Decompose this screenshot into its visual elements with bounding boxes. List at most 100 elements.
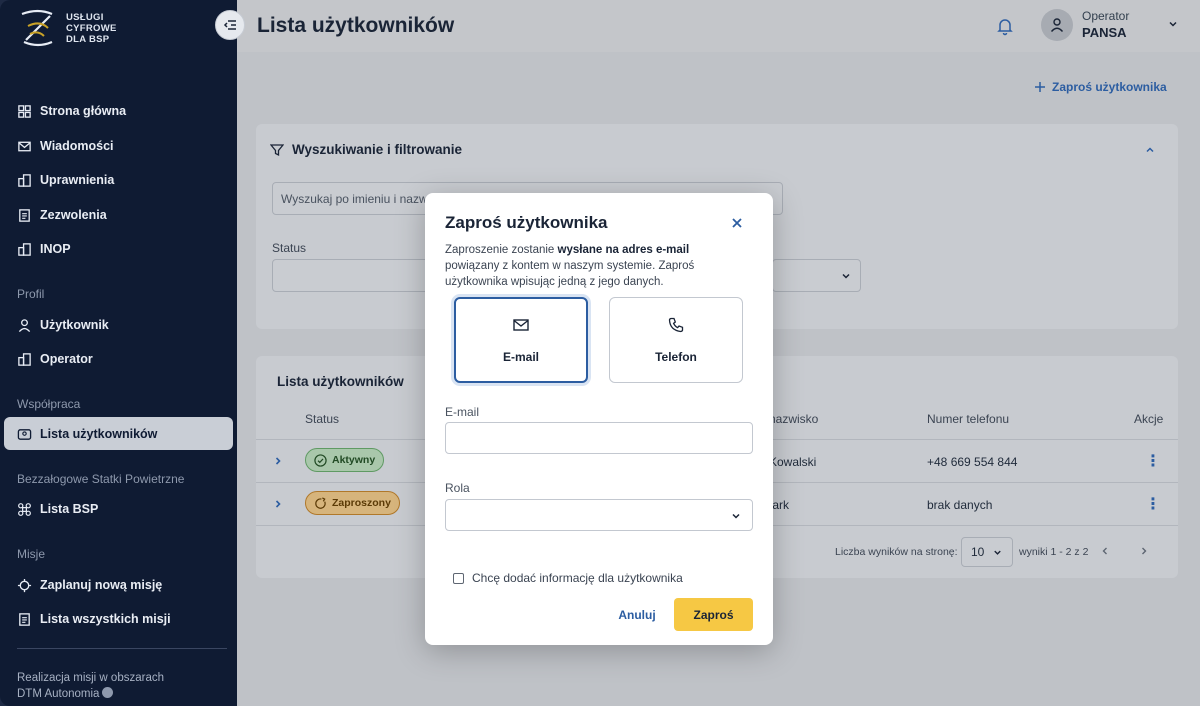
status-filter-label: Status	[272, 241, 307, 255]
footer-text: Realizacja misji w obszarach	[17, 672, 164, 684]
sidebar-item-user-list[interactable]: Lista użytkowników	[17, 424, 157, 444]
chevron-right-icon[interactable]	[272, 455, 284, 467]
per-page-select[interactable]: 10	[961, 537, 1013, 567]
users-card-icon	[17, 428, 32, 440]
filter-icon	[270, 143, 284, 156]
sidebar-item-label: INOP	[40, 242, 71, 256]
column-header-actions: Akcje	[1134, 412, 1164, 426]
role-select[interactable]	[445, 499, 753, 531]
brand-line: DLA BSP	[66, 33, 110, 45]
info-icon[interactable]	[102, 687, 114, 698]
option-email[interactable]: E-mail	[454, 297, 588, 383]
sidebar-section-uav: Bezzałogowe Statki Powietrzne	[17, 472, 185, 486]
pending-icon	[315, 496, 326, 509]
sidebar-item-operator[interactable]: Operator	[17, 349, 93, 369]
sidebar-item-user[interactable]: Użytkownik	[17, 315, 109, 335]
chevron-right-icon[interactable]	[272, 498, 284, 510]
email-field-label: E-mail	[445, 405, 480, 419]
invite-submit-button[interactable]: Zaproś	[674, 598, 753, 631]
filter-title: Wyszukiwanie i filtrowanie	[292, 142, 463, 157]
option-email-label: E-mail	[502, 350, 539, 364]
modal-description-text: Zaproszenie zostanie	[445, 244, 558, 256]
invite-user-modal: Zaproś użytkownika Zaproszenie zostanie …	[425, 193, 773, 645]
pagination-range: wyniki 1 - 2 z 2	[1019, 546, 1089, 558]
user-icon	[1050, 18, 1064, 32]
add-info-checkbox[interactable]	[453, 572, 464, 584]
option-phone-label: Telefon	[655, 350, 697, 364]
per-page-label: Liczba wyników na stronę:	[835, 546, 958, 558]
sidebar-item-label: Lista BSP	[40, 502, 99, 516]
building-icon	[18, 173, 31, 187]
chevron-down-icon[interactable]	[1167, 18, 1179, 30]
brand-line: CYFROWE	[66, 22, 117, 34]
status-filter-select[interactable]	[272, 259, 432, 292]
chevron-down-icon	[842, 273, 850, 279]
cancel-button[interactable]: Anuluj	[611, 599, 663, 631]
modal-description-bold: wysłane na adres e-mail	[557, 244, 690, 256]
row-actions-menu-icon[interactable]: ⋮	[1145, 451, 1161, 471]
document-icon	[19, 612, 30, 626]
column-header-phone: Numer telefonu	[927, 412, 1010, 426]
sidebar-footer: Realizacja misji w obszarach DTM Autonom…	[17, 670, 164, 702]
sidebar-item-label: Zaplanuj nową misję	[40, 578, 163, 592]
cell-phone: +48 669 554 844	[927, 455, 1018, 469]
operator-role: Operator	[1082, 9, 1130, 23]
close-icon[interactable]	[729, 215, 745, 231]
table-title: Lista użytkowników	[277, 374, 404, 389]
phone-icon	[668, 317, 684, 333]
column-header-status: Status	[305, 412, 340, 426]
sidebar-item-label: Lista wszystkich misji	[40, 612, 171, 626]
avatar[interactable]	[1041, 9, 1073, 41]
add-info-checkbox-label: Chcę dodać informację dla użytkownika	[472, 571, 683, 585]
add-info-checkbox-row[interactable]: Chcę dodać informację dla użytkownika	[453, 571, 683, 585]
sidebar-item-plan-mission[interactable]: Zaplanuj nową misję	[17, 575, 162, 595]
sidebar-section-cooperation: Współpraca	[17, 397, 81, 411]
chevron-left-icon[interactable]	[1099, 545, 1111, 557]
operator-name: PANSA	[1082, 25, 1127, 40]
drone-logo-icon	[21, 9, 53, 47]
sidebar-item-inop[interactable]: INOP	[17, 239, 71, 259]
sidebar-item-all-missions[interactable]: Lista wszystkich misji	[17, 609, 171, 629]
sidebar-section-profile: Profil	[17, 287, 45, 301]
brand-line: USŁUGI	[66, 11, 104, 23]
invite-user-link[interactable]: Zaproś użytkownika	[1034, 80, 1167, 94]
chevron-up-icon[interactable]	[1144, 144, 1156, 156]
status-badge-label: Zaproszony	[332, 497, 391, 509]
row-actions-menu-icon[interactable]: ⋮	[1145, 494, 1161, 514]
dashboard-icon	[18, 104, 31, 118]
sidebar-item-label: Lista użytkowników	[40, 427, 158, 441]
status-badge: Zaproszony	[305, 491, 400, 515]
per-page-value: 10	[971, 545, 985, 559]
sidebar-item-label: Strona główna	[40, 104, 127, 118]
sidebar-item-messages[interactable]: Wiadomości	[17, 136, 114, 156]
brand-name: USŁUGI CYFROWE DLA BSP	[66, 12, 117, 45]
sidebar-item-label: Użytkownik	[40, 318, 109, 332]
collapse-sidebar-button[interactable]	[215, 10, 245, 40]
sidebar-item-label: Operator	[40, 352, 93, 366]
sidebar-item-home[interactable]: Strona główna	[17, 101, 126, 121]
chevron-down-icon	[994, 550, 1002, 555]
chevron-right-icon[interactable]	[1138, 545, 1150, 557]
crosshair-icon	[17, 578, 32, 592]
bell-icon[interactable]	[995, 16, 1015, 36]
sidebar-item-label: Uprawnienia	[40, 173, 115, 187]
modal-description: Zaproszenie zostanie wysłane na adres e-…	[445, 242, 745, 290]
top-bar: Lista użytkowników Operator PANSA	[237, 0, 1200, 52]
search-placeholder: Wyszukaj po imieniu i nazwisku	[281, 192, 449, 206]
modal-description-text: powiązany z kontem w naszym systemie. Za…	[445, 260, 695, 288]
drone-icon	[18, 502, 31, 516]
brand-logo[interactable]: USŁUGI CYFROWE DLA BSP	[18, 6, 117, 50]
sidebar-item-bsp-list[interactable]: Lista BSP	[17, 499, 98, 519]
second-filter-select[interactable]	[772, 259, 861, 292]
mail-icon	[18, 141, 31, 151]
column-header-surname: nazwisko	[769, 412, 819, 426]
option-phone[interactable]: Telefon	[609, 297, 743, 383]
chevron-down-icon	[732, 513, 740, 519]
building-icon	[18, 352, 31, 366]
sidebar-item-authorizations[interactable]: Zezwolenia	[17, 205, 107, 225]
filter-header[interactable]: Wyszukiwanie i filtrowanie	[270, 142, 462, 157]
sidebar-item-label: Zezwolenia	[40, 208, 107, 222]
building-icon	[18, 242, 31, 256]
sidebar-item-permissions[interactable]: Uprawnienia	[17, 170, 114, 190]
email-field[interactable]	[445, 422, 753, 454]
